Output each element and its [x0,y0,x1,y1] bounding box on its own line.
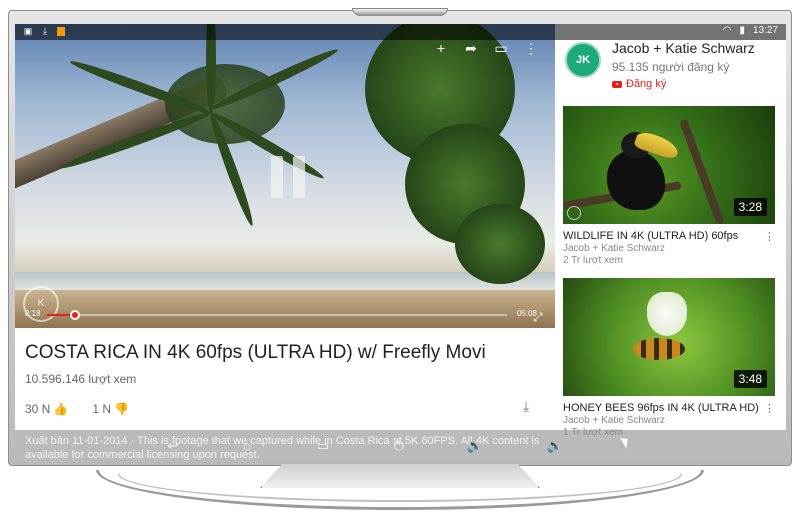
pause-icon [293,156,305,198]
cast-icon[interactable]: ▭ [493,40,509,56]
subscriber-count: 95.135 người đăng ký [612,60,730,74]
status-bar: ▣ ⤓ ◠ ▮ 13:27 [15,24,786,40]
pause-icon [271,156,283,198]
like-button[interactable]: 30 N 👍 [25,402,68,416]
video-title: COSTA RICA IN 4K 60fps (ULTRA HD) w/ Fre… [25,342,486,363]
status-time: 13:27 [752,25,778,36]
channel-avatar[interactable]: JK [565,42,601,78]
related-video[interactable]: 3:28 WILDLIFE IN 4K (ULTRA HD) 60fps Jac… [563,106,777,267]
tv-top-accent [352,8,448,16]
status-left-icons: ▣ ⤓ [23,26,65,36]
download-icon[interactable]: ⤓ [523,398,529,415]
status-right-icons: ◠ ▮ 13:27 [723,25,778,36]
video-duration: 3:28 [733,198,767,216]
rating-row: 30 N 👍 1 N 👎 [25,402,129,416]
more-options-icon[interactable]: ⋮ [764,230,775,243]
branch [679,118,725,224]
video-thumbnail[interactable]: 3:48 [563,278,775,396]
dislike-count: 1 N [92,402,111,416]
youtube-icon [612,80,622,88]
tree-foliage [455,204,545,284]
more-icon[interactable]: ⋮ [523,40,539,56]
channel-watermark [567,206,581,220]
back-icon[interactable]: ↩ [163,438,183,454]
progress-track[interactable] [47,310,507,320]
video-actions: + ➦ ▭ ⋮ [433,40,539,56]
video-player[interactable]: + ➦ ▭ ⋮ K 0:18 05:08 ⤢ [15,24,555,328]
channel-header[interactable]: JK Jacob + Katie Schwarz 95.135 người đă… [555,40,786,100]
home-icon[interactable]: ⌂ [237,438,257,453]
related-video-channel: Jacob + Katie Schwarz [563,415,665,426]
thumbs-down-icon: 👎 [114,402,129,416]
app-icon [57,26,65,36]
volume-down-icon[interactable]: 🔉 [465,438,485,454]
subscribe-label: Đăng ký [626,78,667,90]
system-nav-bar: ↩ ⌂ ▭ ⏻ 🔉 🔊 [15,430,786,460]
volume-up-icon[interactable]: 🔊 [545,438,565,454]
honey-bee [633,338,685,360]
related-video-title: HONEY BEES 96fps IN 4K (ULTRA HD) [563,402,759,414]
hornbill-bird [607,150,665,210]
related-video-channel: Jacob + Katie Schwarz [563,243,665,254]
video-thumbnail[interactable]: 3:28 [563,106,775,224]
notification-icon: ▣ [23,26,33,36]
add-icon[interactable]: + [433,40,449,56]
recents-icon[interactable]: ▭ [313,438,333,454]
power-icon[interactable]: ⏻ [389,438,409,454]
download-icon: ⤓ [43,26,47,36]
tv-screen: + ➦ ▭ ⋮ K 0:18 05:08 ⤢ COSTA RICA IN 4K … [15,24,786,460]
flower [647,292,687,336]
related-video-title: WILDLIFE IN 4K (ULTRA HD) 60fps [563,230,739,242]
pause-button[interactable] [271,156,305,198]
thumbs-up-icon: 👍 [53,402,69,416]
more-options-icon[interactable]: ⋮ [764,402,775,415]
channel-name[interactable]: Jacob + Katie Schwarz [612,40,755,56]
dislike-button[interactable]: 1 N 👎 [92,402,129,416]
like-count: 30 N [25,402,51,416]
share-icon[interactable]: ➦ [463,40,479,56]
seek-bar[interactable]: 0:18 05:08 [25,308,545,322]
sidebar: JK Jacob + Katie Schwarz 95.135 người đă… [555,24,786,460]
subscribe-button[interactable]: Đăng ký [612,78,666,90]
current-time: 0:18 [25,309,41,318]
battery-icon: ▮ [739,25,745,36]
wifi-icon: ◠ [722,25,732,36]
fullscreen-icon[interactable]: ⤢ [533,310,543,325]
related-video-views: 2 Tr lượt xem [563,255,623,266]
related-video[interactable]: 3:48 HONEY BEES 96fps IN 4K (ULTRA HD) J… [563,278,777,439]
video-duration: 3:48 [733,370,767,388]
view-count: 10.596.146 lượt xem [25,372,137,386]
scrubber-handle[interactable] [69,310,80,320]
